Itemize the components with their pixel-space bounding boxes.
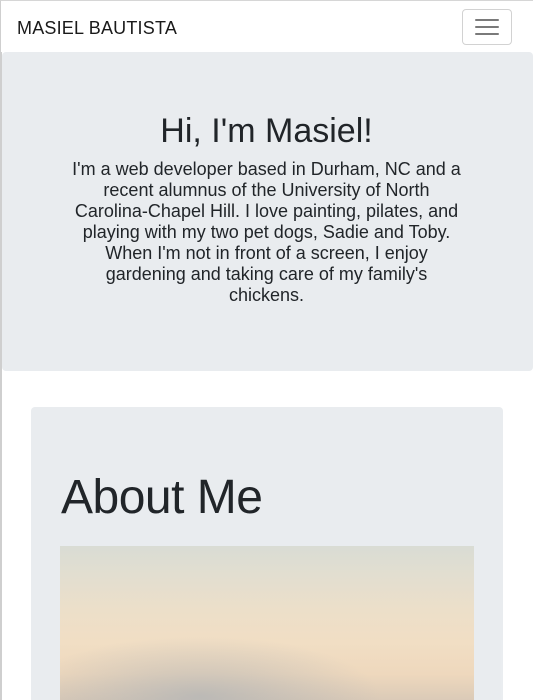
edge-shade — [500, 640, 533, 700]
navbar-toggle-button[interactable] — [462, 9, 512, 45]
hamburger-menu-icon — [475, 19, 499, 35]
page: MASIEL BAUTISTA Hi, I'm Masiel! I'm a we… — [0, 0, 533, 700]
navbar: MASIEL BAUTISTA — [0, 0, 533, 52]
about-photo — [60, 546, 474, 700]
hero-title: Hi, I'm Masiel! — [160, 112, 373, 150]
hero-text: I'm a web developer based in Durham, NC … — [72, 159, 461, 305]
about-title: About Me — [61, 471, 263, 524]
brand-link[interactable]: MASIEL BAUTISTA — [17, 17, 177, 39]
